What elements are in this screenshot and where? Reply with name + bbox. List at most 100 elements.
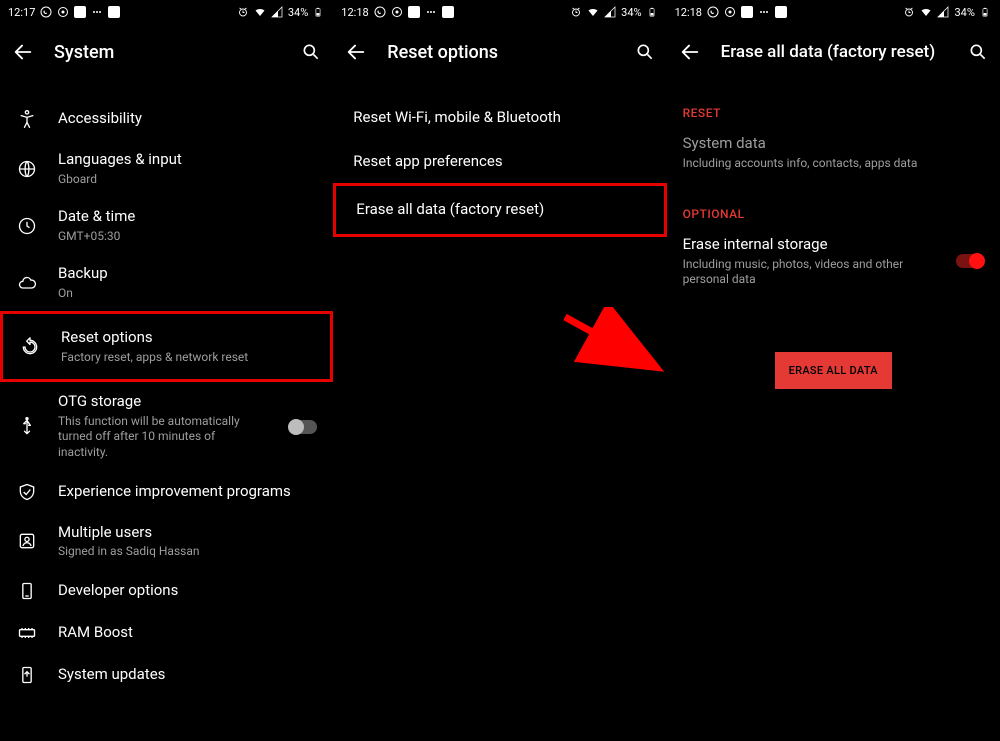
row-sub: GMT+05:30 [58,229,317,245]
globe-icon [16,158,38,180]
battery-icon [980,6,992,18]
battery-icon [647,6,659,18]
row-erase-all-data[interactable]: Erase all data (factory reset) [333,183,666,237]
search-icon[interactable] [968,42,988,62]
row-reset-app-prefs[interactable]: Reset app preferences [333,140,666,184]
row-label: Reset Wi-Fi, mobile & Bluetooth [353,108,646,128]
row-reset-options[interactable]: Reset options Factory reset, apps & netw… [0,311,333,382]
status-bar: 12:18 U in 34% [667,0,1000,24]
whatsapp-icon [374,6,386,18]
row-label: Multiple users [58,523,317,543]
row-label: RAM Boost [58,623,317,643]
row-sub: Signed in as Sadiq Hassan [58,544,317,560]
row-label: Date & time [58,207,317,227]
status-time: 12:18 [675,6,702,19]
wifi-icon [920,6,932,18]
alarm-icon [237,6,249,18]
status-time: 12:17 [8,6,35,19]
ram-icon [16,622,38,644]
row-sub: Including music, photos, videos and othe… [683,257,913,288]
in-badge-icon: in [108,6,120,18]
signal-icon [937,6,949,18]
back-icon[interactable] [345,41,367,63]
row-label: Reset app preferences [353,152,646,172]
row-label: Developer options [58,581,317,601]
row-label: Accessibility [58,109,317,129]
header: Reset options [333,24,666,80]
status-bar: 12:18 U in 34% [333,0,666,24]
circle-icon [724,6,736,18]
status-time: 12:18 [341,6,368,19]
alarm-icon [903,6,915,18]
usb-icon [16,416,38,438]
row-system-data: System data Including accounts info, con… [667,126,1000,179]
search-icon[interactable] [635,42,655,62]
row-reset-wifi[interactable]: Reset Wi-Fi, mobile & Bluetooth [333,96,666,140]
screen-system: 12:17 U in 34% [0,0,333,741]
row-sub: Factory reset, apps & network reset [61,350,314,366]
circle-icon [391,6,403,18]
row-backup[interactable]: Backup On [0,254,333,311]
status-battery-pct: 34% [954,6,974,19]
phone-dev-icon [16,580,38,602]
shield-check-icon [16,481,38,503]
page-title: Erase all data (factory reset) [721,42,948,62]
dots-icon [758,6,770,18]
circle-icon [57,6,69,18]
row-accessibility[interactable]: Accessibility [0,98,333,140]
status-battery-pct: 34% [621,6,641,19]
dots-icon [425,6,437,18]
update-icon [16,664,38,686]
search-icon[interactable] [301,42,321,62]
status-battery-pct: 34% [288,6,308,19]
row-multiple-users[interactable]: Multiple users Signed in as Sadiq Hassan [0,513,333,570]
row-experience-improvement[interactable]: Experience improvement programs [0,471,333,513]
row-ram-boost[interactable]: RAM Boost [0,612,333,654]
row-developer-options[interactable]: Developer options [0,570,333,612]
row-label: System updates [58,665,317,685]
u-badge-icon: U [741,6,753,18]
u-badge-icon: U [74,6,86,18]
page-title: Reset options [387,42,614,63]
whatsapp-icon [707,6,719,18]
erase-internal-toggle[interactable] [956,254,984,268]
row-erase-internal-storage[interactable]: Erase internal storage Including music, … [667,227,1000,296]
screen-factory-reset: 12:18 U in 34% Erase all data (factory r… [667,0,1000,741]
row-label: Backup [58,264,317,284]
section-optional: OPTIONAL [667,193,1000,227]
status-bar: 12:17 U in 34% [0,0,333,24]
header: System [0,24,333,80]
cloud-icon [16,272,38,294]
annotation-arrow-icon [557,307,667,387]
clock-icon [16,215,38,237]
row-languages[interactable]: Languages & input Gboard [0,140,333,197]
row-system-updates[interactable]: System updates [0,654,333,696]
u-badge-icon: U [408,6,420,18]
row-otg-storage[interactable]: OTG storage This function will be automa… [0,382,333,470]
row-datetime[interactable]: Date & time GMT+05:30 [0,197,333,254]
row-label: Erase all data (factory reset) [356,200,643,220]
dots-icon [91,6,103,18]
row-sub: Including accounts info, contacts, apps … [683,156,984,172]
row-sub: This function will be automatically turn… [58,414,261,461]
in-badge-icon: in [775,6,787,18]
row-sub: Gboard [58,172,317,188]
erase-all-data-button[interactable]: ERASE ALL DATA [775,352,892,389]
signal-icon [271,6,283,18]
row-label: OTG storage [58,392,261,412]
back-icon[interactable] [679,41,701,63]
back-icon[interactable] [12,41,34,63]
row-label: System data [683,134,984,154]
section-reset: RESET [667,92,1000,126]
in-badge-icon: in [442,6,454,18]
wifi-icon [587,6,599,18]
wifi-icon [254,6,266,18]
whatsapp-icon [40,6,52,18]
signal-icon [604,6,616,18]
battery-icon [313,6,325,18]
accessibility-icon [16,108,38,130]
row-label: Erase internal storage [683,235,928,255]
row-label: Experience improvement programs [58,482,317,502]
alarm-icon [570,6,582,18]
otg-toggle[interactable] [289,420,317,434]
